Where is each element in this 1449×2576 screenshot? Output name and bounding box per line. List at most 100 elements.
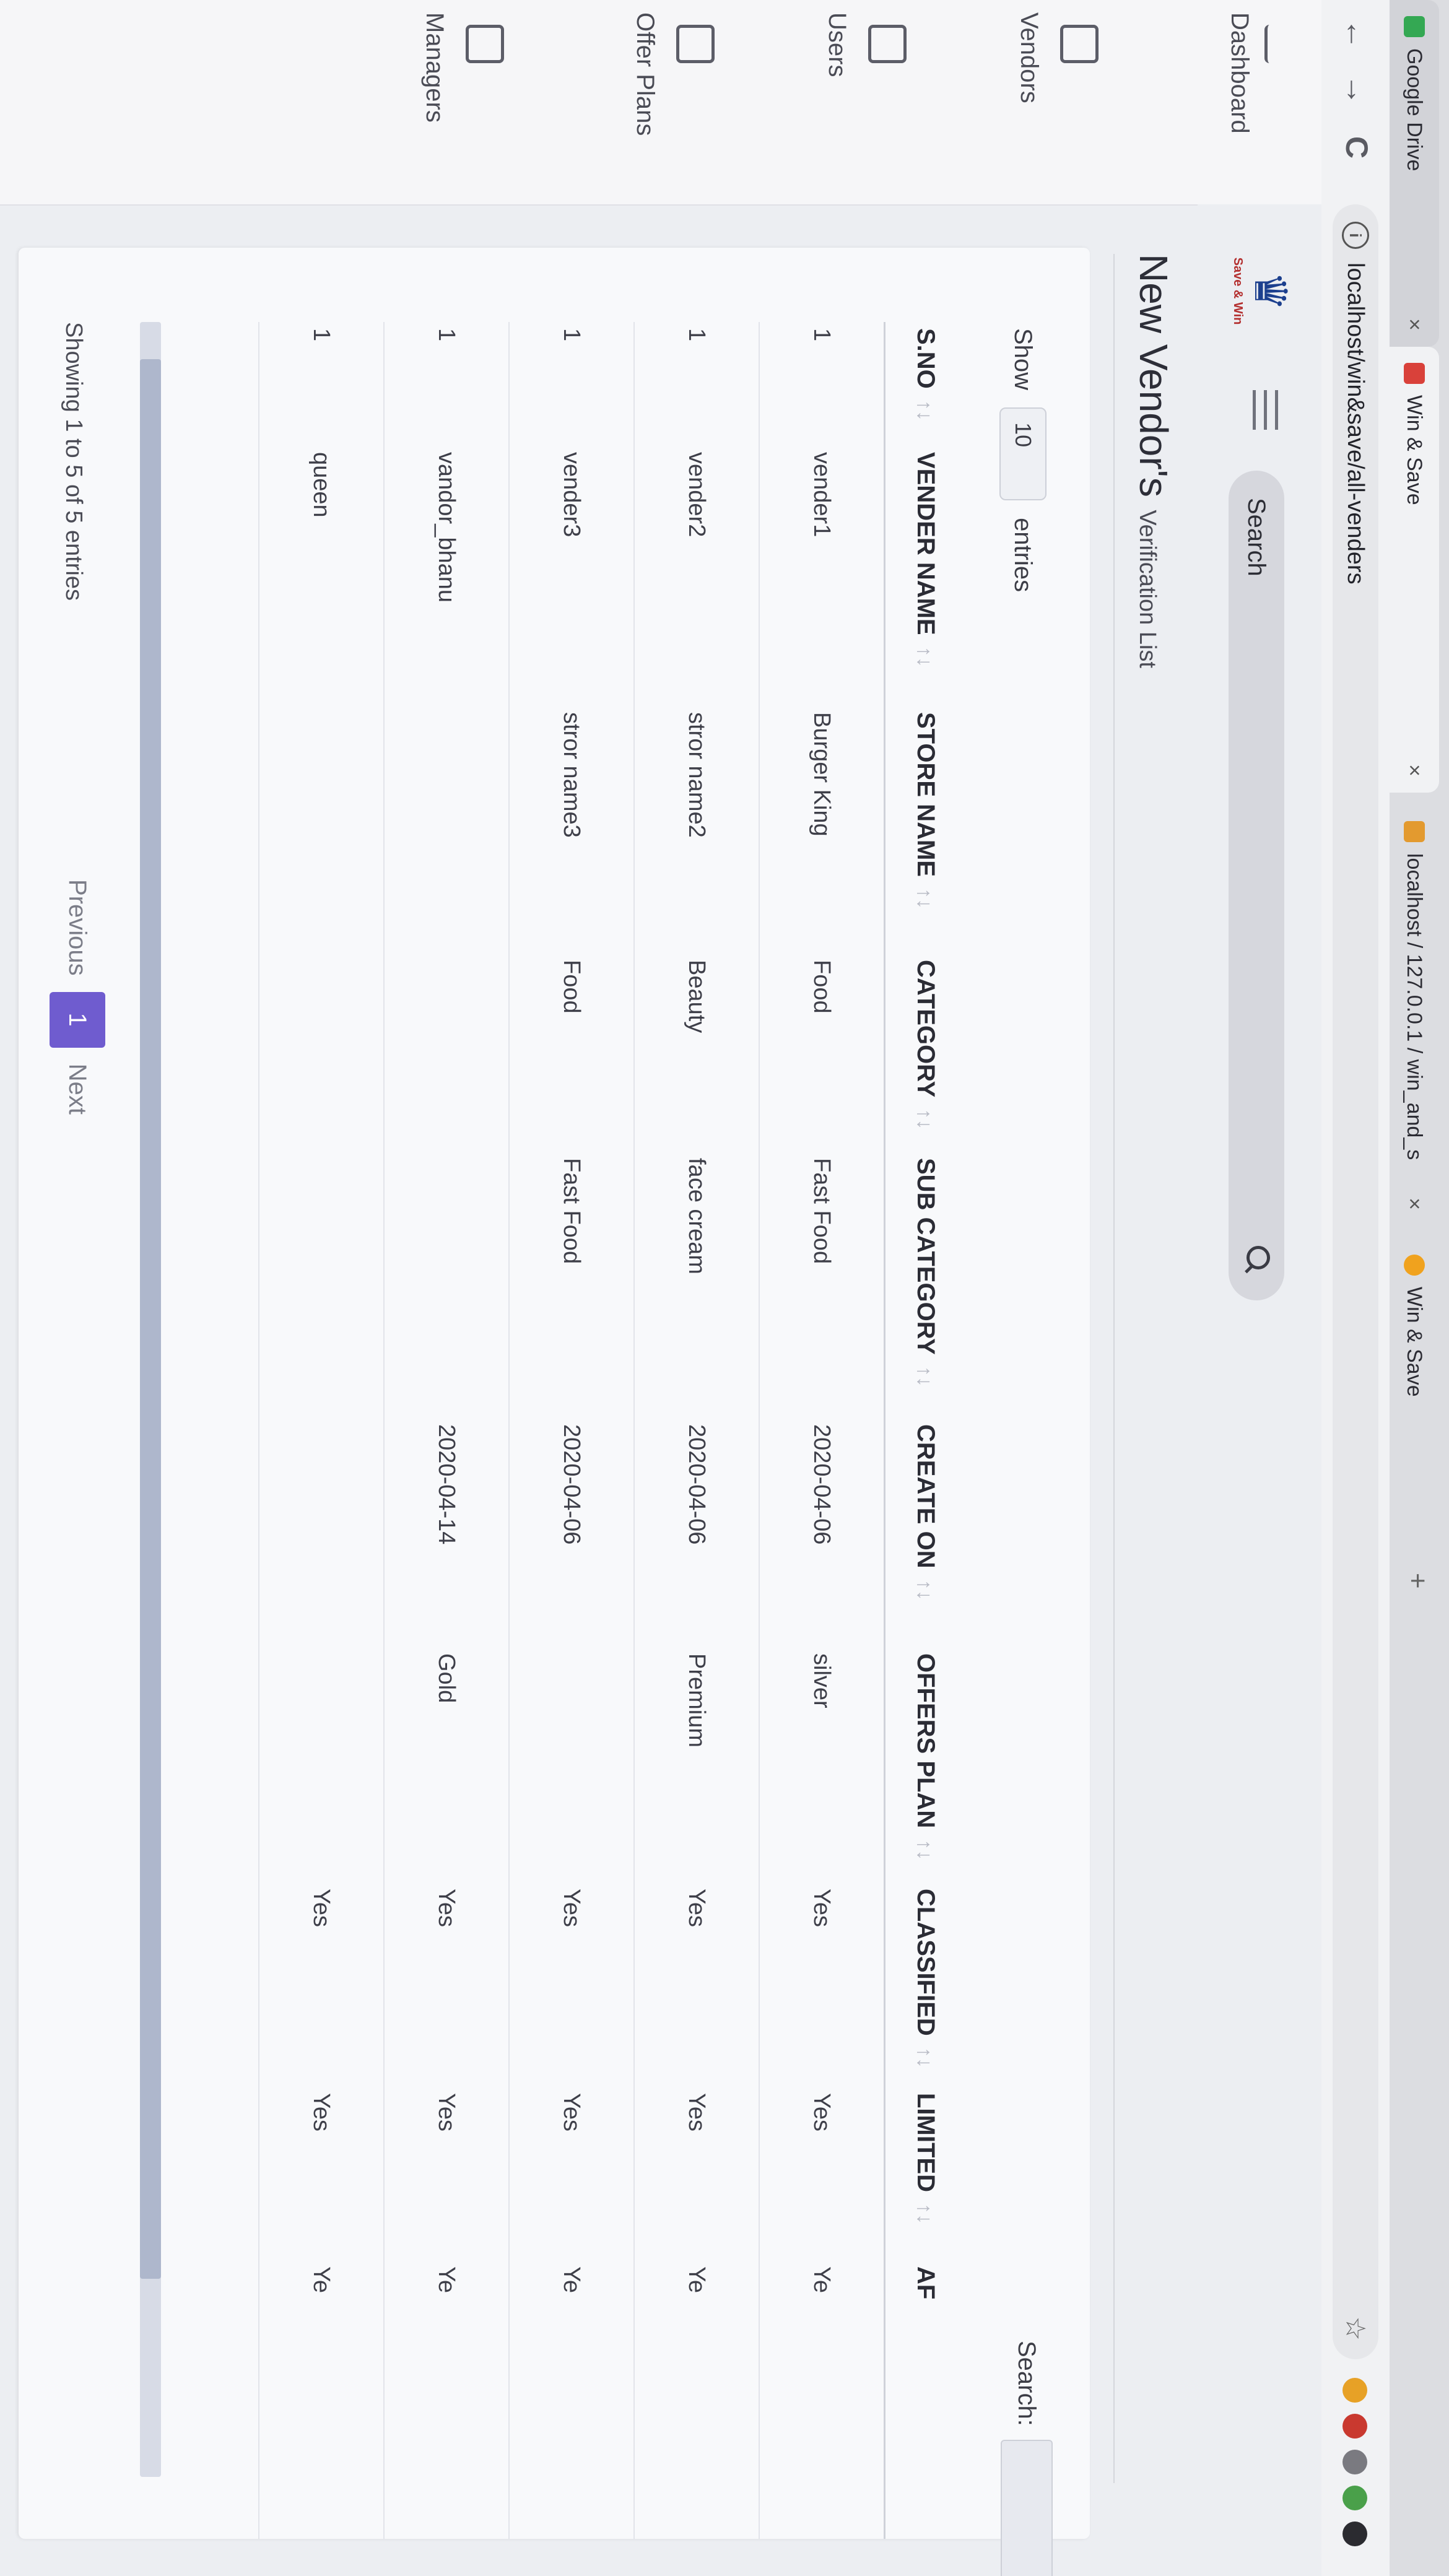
tab-win-save-active[interactable]: Win & Save × [1390, 347, 1439, 793]
vendor-table-card: Show 10 entries Search: S.NO ↑↓ VENDER NA… [19, 248, 1090, 2576]
sort-icon: ↑↓ [913, 646, 937, 668]
column-header-sno[interactable]: S.NO ↑↓ [884, 322, 966, 446]
search-placeholder: Search [1243, 498, 1271, 577]
extension-icon[interactable] [1342, 2414, 1367, 2439]
forward-icon[interactable]: → [1339, 74, 1375, 105]
cell-sub-category [259, 1152, 384, 1418]
horizontal-scrollbar[interactable] [140, 322, 161, 2477]
next-button[interactable]: Next [64, 1064, 92, 1115]
tab-phpmyadmin[interactable]: localhost / 127.0.0.1 / win_and_s × [1390, 805, 1439, 1226]
column-header-store-name[interactable]: STORE NAME ↑↓ [884, 706, 966, 954]
pagination: Previous 1 Next [50, 879, 105, 1115]
tab-title: localhost / 127.0.0.1 / win_and_s [1403, 853, 1427, 1160]
header-label: CLASSIFIED [912, 1889, 940, 2036]
info-icon[interactable]: i [1342, 222, 1369, 249]
new-tab-button[interactable]: + [1402, 1573, 1433, 1589]
search-icon[interactable] [1243, 1246, 1270, 1273]
header-label: CATEGORY [912, 960, 940, 1098]
cell-classified: Yes [384, 1882, 509, 2087]
cell-category: Beauty [634, 954, 759, 1152]
vendor-table: S.NO ↑↓ VENDER NAME ↑↓ STORE NAME ↑↓ CATEGO… [258, 322, 966, 2539]
url-text: localhost/win&save/all-venders [1342, 263, 1369, 585]
table-row: 1 vandor_bhanu 2020-04-14 Gold Yes Yes Y… [384, 322, 509, 2539]
column-header-limited[interactable]: LIMITED ↑↓ [884, 2087, 966, 2260]
cell-sno: 1 [259, 322, 384, 446]
extension-icon[interactable] [1342, 2378, 1367, 2403]
previous-button[interactable]: Previous [64, 879, 92, 976]
logo[interactable]: ♛ Save & Win [1222, 242, 1297, 341]
extension-icon[interactable] [1342, 2450, 1367, 2474]
sort-icon: ↑↓ [913, 2203, 937, 2224]
extension-icon[interactable] [1342, 2486, 1367, 2510]
divider [1113, 254, 1115, 2483]
win-save-icon [1404, 1255, 1425, 1276]
sidebar-item-users[interactable]: Users [823, 12, 851, 77]
scrollbar-thumb[interactable] [140, 359, 161, 2279]
show-label: Show [1009, 328, 1037, 391]
cell-limited: Yes [634, 2087, 759, 2260]
sidebar-item-dashboard[interactable]: Dashboard [1225, 12, 1253, 134]
sort-icon: ↑↓ [913, 887, 937, 909]
tab-win-save[interactable]: Win & Save [1390, 1238, 1439, 1560]
column-header-af[interactable]: AF [884, 2260, 966, 2539]
back-icon[interactable]: ← [1339, 19, 1375, 50]
column-header-category[interactable]: CATEGORY ↑↓ [884, 954, 966, 1152]
cell-classified: Yes [634, 1882, 759, 2087]
cell-offers-plan [509, 1647, 634, 1882]
hamburger-menu-icon[interactable] [1250, 390, 1278, 430]
tab-google-drive[interactable]: Google Drive × [1390, 0, 1439, 347]
column-header-offers-plan[interactable]: OFFERS PLAN ↑↓ [884, 1647, 966, 1882]
cell-create-on: 2020-04-06 [509, 1418, 634, 1647]
cell-classified: Yes [759, 1882, 885, 2087]
sidebar: Dashboard Vendors Users Offer Plans Mana… [0, 0, 1321, 206]
trophy-icon: ♛ [1245, 271, 1295, 311]
page-title-wrap: New Vendor's Verification List [1131, 254, 1177, 668]
global-search-input[interactable]: Search [1229, 471, 1284, 1300]
reload-icon[interactable]: C [1339, 136, 1375, 159]
chart-icon [1264, 25, 1303, 63]
sidebar-item-offer-plans[interactable]: Offer Plans [631, 12, 659, 136]
cell-sub-category [384, 1152, 509, 1418]
drive-icon [1404, 16, 1425, 37]
header-label: OFFERS PLAN [912, 1653, 940, 1829]
cell-category [384, 954, 509, 1152]
column-header-classified[interactable]: CLASSIFIED ↑↓ [884, 1882, 966, 2087]
column-header-create-on[interactable]: CREATE ON ↑↓ [884, 1418, 966, 1647]
sidebar-item-managers[interactable]: Managers [420, 12, 448, 123]
cell-create-on: 2020-04-06 [634, 1418, 759, 1647]
cell-create-on: 2020-04-14 [384, 1418, 509, 1647]
page-button-current[interactable]: 1 [50, 991, 105, 1048]
cell-offers-plan: Gold [384, 1647, 509, 1882]
cell-af: Ye [384, 2260, 509, 2539]
cell-category: Food [509, 954, 634, 1152]
cell-category [259, 954, 384, 1152]
column-header-sub-category[interactable]: SUB CATEGORY ↑↓ [884, 1152, 966, 1418]
close-icon[interactable]: × [1403, 1198, 1427, 1210]
close-icon[interactable]: × [1403, 318, 1427, 331]
cell-vender-name: vender2 [634, 446, 759, 706]
entries-select[interactable]: 10 [999, 407, 1046, 501]
bookmark-star-icon[interactable]: ☆ [1340, 2317, 1372, 2341]
close-icon[interactable]: × [1403, 764, 1427, 777]
sort-icon: ↑↓ [913, 399, 937, 421]
cell-af: Ye [634, 2260, 759, 2539]
table-search-input[interactable] [1001, 2439, 1053, 2576]
cell-sno: 1 [634, 322, 759, 446]
sort-icon: ↑↓ [913, 1108, 937, 1130]
entries-length-control: Show 10 entries [999, 328, 1046, 592]
cell-limited: Yes [384, 2087, 509, 2260]
extensions-area [1342, 2378, 1367, 2546]
cell-classified: Yes [509, 1882, 634, 2087]
cell-limited: Yes [759, 2087, 885, 2260]
table-info: Showing 1 to 5 of 5 entries [61, 322, 87, 601]
profile-avatar[interactable] [1342, 2522, 1367, 2546]
page-title: New Vendor's [1131, 254, 1176, 497]
cell-create-on: 2020-04-06 [759, 1418, 885, 1647]
table-row: 1 vender1 Burger King Food Fast Food 202… [759, 322, 885, 2539]
browser-toolbar: ← → C i localhost/win&save/all-venders ☆ [1320, 0, 1390, 2576]
sidebar-item-vendors[interactable]: Vendors [1015, 12, 1043, 103]
screen: Google Drive × Win & Save × localhost / … [0, 0, 1449, 2576]
column-header-vender-name[interactable]: VENDER NAME ↑↓ [884, 446, 966, 706]
cell-store-name: stror name3 [509, 706, 634, 954]
address-bar[interactable]: i localhost/win&save/all-venders ☆ [1333, 204, 1378, 2359]
